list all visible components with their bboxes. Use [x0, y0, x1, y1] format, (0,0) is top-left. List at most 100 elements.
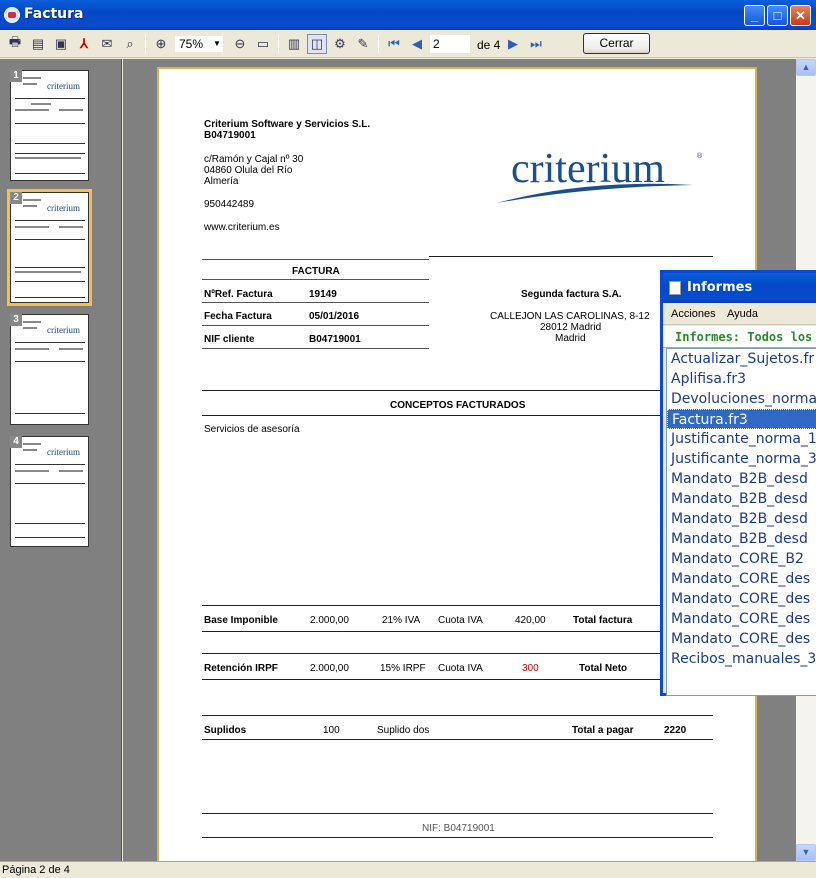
last-page-icon[interactable]: ⏭ [526, 34, 546, 54]
outline-toggle-icon[interactable]: ◫ [307, 34, 327, 54]
zoom-value: 75% [179, 37, 204, 51]
thumbnail-logo: criterium [47, 325, 80, 335]
close-button[interactable]: ✕ [790, 5, 811, 26]
chevron-down-icon: ▼ [213, 39, 221, 48]
total-neto-label: Total Neto [579, 663, 628, 674]
list-item[interactable]: Mandato_CORE_des [667, 629, 816, 649]
open-folder-icon[interactable]: ▤ [28, 34, 48, 54]
nif-label: NIF cliente [204, 334, 255, 345]
thumbnail-number: 2 [10, 192, 22, 204]
factura-title: FACTURA [292, 266, 340, 277]
list-item[interactable]: Justificante_norma_3 [667, 449, 816, 469]
ref-value: 19149 [309, 289, 337, 300]
menu-ayuda[interactable]: Ayuda [727, 308, 758, 320]
page-count-label: de 4 [477, 38, 501, 52]
company-address-3: Almería [204, 176, 239, 187]
thumbnail-logo: criterium [47, 81, 80, 91]
page-thumbnail-2[interactable]: 2 criterium [7, 189, 92, 306]
list-item[interactable]: Devoluciones_norma [667, 389, 816, 409]
list-item[interactable]: Mandato_CORE_des [667, 609, 816, 629]
total-pagar-value: 2220 [664, 725, 687, 736]
company-web: www.criterium.es [204, 222, 280, 233]
page-number-input[interactable]: 2 [430, 35, 470, 53]
list-item[interactable]: Actualizar_Sujetos.fr [667, 349, 816, 369]
list-item[interactable]: Recibos_manuales_3 [667, 649, 816, 669]
ref-label: NºRef. Factura [204, 289, 273, 300]
print-icon[interactable]: 🖶 [5, 34, 25, 54]
pdf-export-icon[interactable]: ⅄ [74, 34, 94, 54]
company-phone: 950442489 [204, 199, 255, 210]
base-value: 2.000,00 [310, 615, 349, 626]
informes-header: Informes: Todos los archi [663, 326, 816, 348]
toolbar: 🖶 ▤ ▣ ⅄ ✉ ⌕ ⊕ 75% ▼ ⊖ ▭ ▥ ◫ ⚙ ✎ ⏮ ◀ 2 de… [0, 30, 816, 58]
list-item[interactable]: Mandato_CORE_des [667, 569, 816, 589]
next-page-icon[interactable]: ▶ [503, 34, 523, 54]
total-pagar-label: Total a pagar [572, 725, 634, 736]
registered-mark: ® [697, 153, 703, 160]
suplidos-label: Suplidos [204, 725, 247, 736]
app-icon [4, 7, 20, 23]
page-settings-icon[interactable]: ▥ [284, 34, 304, 54]
page-thumbnail-4[interactable]: 4 criterium [10, 436, 89, 547]
list-item[interactable]: Factura.fr3 [667, 409, 816, 429]
scroll-up-icon[interactable]: ▲ [796, 59, 816, 76]
list-item[interactable]: Justificante_norma_1 [667, 429, 816, 449]
cerrar-button[interactable]: Cerrar [583, 33, 650, 54]
status-bar: Página 2 de 4 [0, 861, 816, 877]
full-screen-icon[interactable]: ▭ [253, 34, 273, 54]
page-thumbnail-3[interactable]: 3 criterium [10, 314, 89, 425]
edit-icon[interactable]: ✎ [353, 34, 373, 54]
suplidos-value: 100 [323, 725, 340, 736]
list-item[interactable]: Aplifisa.fr3 [667, 369, 816, 389]
list-item[interactable]: Mandato_B2B_desd [667, 509, 816, 529]
date-label: Fecha Factura [204, 311, 272, 322]
prev-page-icon[interactable]: ◀ [407, 34, 427, 54]
thumbnail-number: 1 [10, 70, 22, 82]
company-name: Criterium Software y Servicios S.L. [204, 119, 371, 130]
zoom-select[interactable]: 75% ▼ [174, 35, 224, 53]
maximize-button[interactable]: □ [767, 5, 788, 26]
thumbnail-number: 4 [10, 436, 22, 448]
informes-list[interactable]: Actualizar_Sujetos.fr Aplifisa.fr3 Devoluc… [666, 348, 816, 696]
toolbar-separator [278, 35, 279, 53]
menu-acciones[interactable]: Acciones [671, 308, 716, 320]
informes-title: Informes [687, 280, 753, 295]
minimize-button[interactable]: _ [744, 5, 765, 26]
list-item[interactable]: Mandato_B2B_desd [667, 529, 816, 549]
email-icon[interactable]: ✉ [97, 34, 117, 54]
nif-value: B04719001 [309, 334, 361, 345]
informes-menu-bar: Acciones Ayuda [663, 303, 816, 325]
date-value: 05/01/2016 [309, 311, 360, 322]
zoom-in-icon[interactable]: ⊕ [151, 34, 171, 54]
list-item[interactable]: Mandato_CORE_B2 [667, 549, 816, 569]
document-icon [669, 281, 681, 295]
logo-swoosh [497, 183, 693, 203]
window-title: Factura [24, 6, 84, 22]
footer-nif: NIF: B04719001 [422, 823, 495, 834]
thumbnail-logo: criterium [47, 203, 80, 213]
company-address-1: c/Ramón y Cajal nº 30 [204, 154, 304, 165]
toolbar-separator [378, 35, 379, 53]
company-nif: B04719001 [204, 130, 256, 141]
list-item[interactable]: Mandato_CORE_des [667, 589, 816, 609]
scroll-down-icon[interactable]: ▼ [796, 844, 816, 861]
list-item[interactable]: Mandato_B2B_desd [667, 489, 816, 509]
find-icon[interactable]: ⌕ [120, 34, 140, 54]
save-icon[interactable]: ▣ [51, 34, 71, 54]
cuota-iva-value: 420,00 [515, 615, 546, 626]
retencion-value: 2.000,00 [310, 663, 349, 674]
conceptos-title: CONCEPTOS FACTURADOS [390, 400, 526, 411]
iva-percent: 21% IVA [382, 615, 421, 626]
list-item[interactable]: Mandato_B2B_desd [667, 469, 816, 489]
design-icon[interactable]: ⚙ [330, 34, 350, 54]
thumbnail-pane: 1 criterium 2 criterium 3 criterium 4 cr… [0, 59, 122, 861]
page-thumbnail-1[interactable]: 1 criterium [10, 70, 89, 181]
first-page-icon[interactable]: ⏮ [384, 34, 404, 54]
thumbnail-number: 3 [10, 314, 22, 326]
zoom-out-icon[interactable]: ⊖ [230, 34, 250, 54]
irpf-percent: 15% IRPF [380, 663, 426, 674]
cuota-irpf-label: Cuota IVA [438, 663, 483, 674]
concepto-item: Servicios de asesoría [204, 424, 300, 435]
total-factura-label: Total factura [573, 615, 633, 626]
suplido-description: Suplido dos [377, 725, 430, 736]
